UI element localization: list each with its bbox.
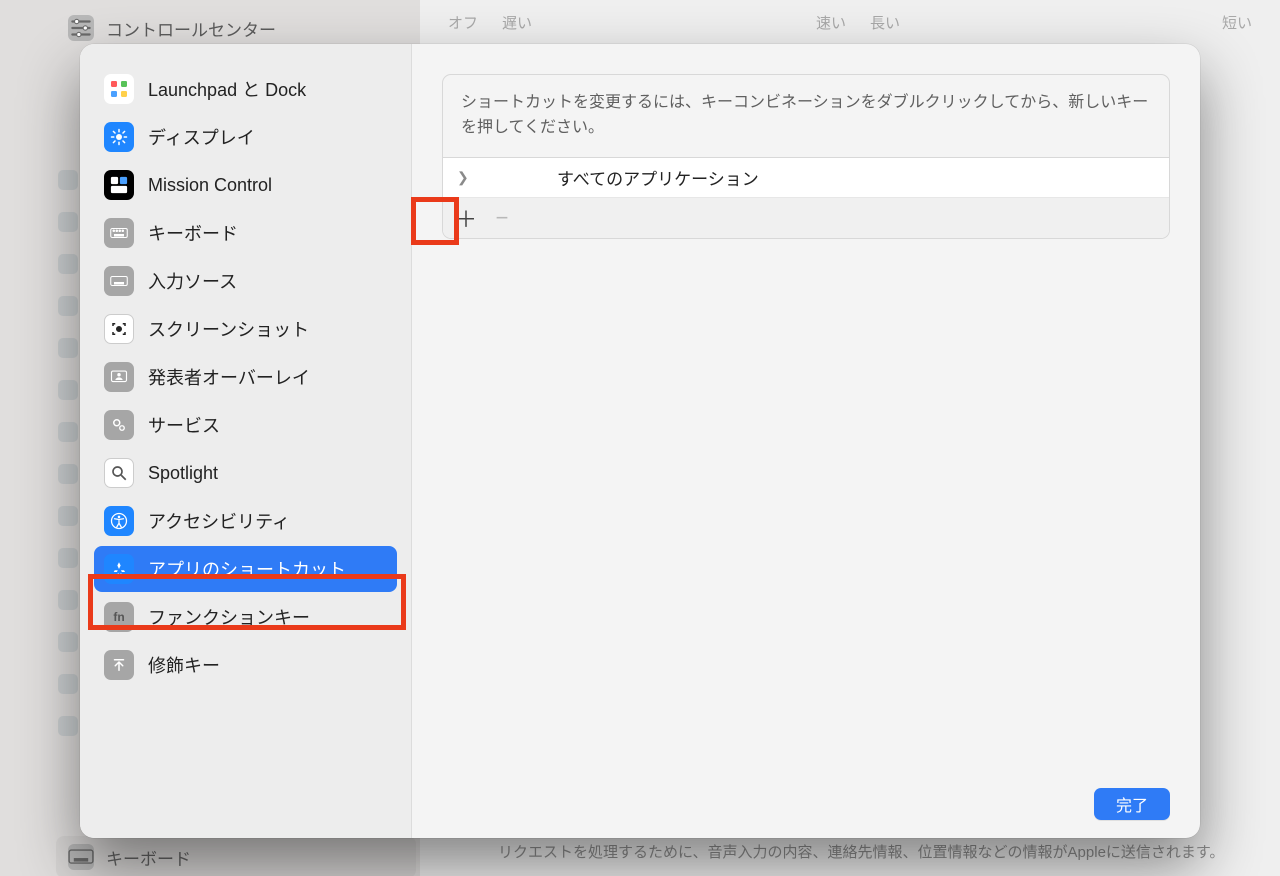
sidebar-item-keyboard[interactable]: キーボード [94, 210, 397, 256]
sliders-icon [68, 15, 94, 41]
keyboard-shortcuts-sheet: Launchpad と Dock ディスプレイ Mission Control … [80, 44, 1200, 838]
add-button[interactable]: ＋ [451, 204, 481, 232]
sidebar-item-label: Launchpad と Dock [148, 76, 306, 102]
sheet-footer: 完了 [442, 770, 1170, 820]
label-short: 短い [1222, 12, 1252, 33]
bg-footer-text: リクエストを処理するために、音声入力の内容、連絡先情報、位置情報などの情報がAp… [498, 842, 1240, 863]
sidebar-item-label: サービス [148, 412, 220, 438]
sidebar-item-label: ディスプレイ [148, 124, 255, 150]
sidebar-item-spotlight[interactable]: Spotlight [94, 450, 397, 496]
accessibility-icon [104, 506, 134, 536]
label-slow: 遅い [502, 12, 532, 33]
app-store-icon [104, 554, 134, 584]
sidebar-item-label: Mission Control [148, 175, 272, 196]
sidebar-item-modifier-keys[interactable]: 修飾キー [94, 642, 397, 688]
input-source-icon [104, 266, 134, 296]
plus-icon: ＋ [455, 202, 477, 234]
sidebar-item-services[interactable]: サービス [94, 402, 397, 448]
gear-icon [104, 410, 134, 440]
sheet-main: ショートカットを変更するには、キーコンビネーションをダブルクリックしてから、新し… [412, 44, 1200, 838]
screenshot-icon [104, 314, 134, 344]
bg-item-label: コントロールセンター [106, 16, 276, 41]
search-icon [104, 458, 134, 488]
label-off: オフ [448, 12, 478, 33]
sidebar-item-label: キーボード [148, 220, 238, 246]
chevron-right-icon: ❯ [457, 169, 471, 186]
sidebar-item-accessibility[interactable]: アクセシビリティ [94, 498, 397, 544]
bg-item-label: キーボード [106, 845, 191, 870]
sidebar-item-function-keys[interactable]: fn ファンクションキー [94, 594, 397, 640]
sidebar-item-label: スクリーンショット [148, 316, 309, 342]
list-toolbar: ＋ − [443, 198, 1169, 238]
sidebar-item-label: アプリのショートカット [148, 556, 346, 582]
sidebar-item-label: ファンクションキー [148, 604, 310, 630]
label-fast: 速い [816, 12, 846, 33]
sidebar-item-label: アクセシビリティ [148, 508, 290, 534]
bg-slider-labels: オフ 遅い 速い 長い 短い [420, 0, 1280, 44]
modifier-key-icon [104, 650, 134, 680]
sidebar-item-label: 発表者オーバーレイ [148, 364, 310, 390]
bg-blurred-icons [58, 170, 78, 810]
sidebar-item-input-source[interactable]: 入力ソース [94, 258, 397, 304]
instruction-text: ショートカットを変更するには、キーコンビネーションをダブルクリックしてから、新し… [442, 74, 1170, 158]
minus-icon: − [496, 205, 509, 231]
launchpad-icon [104, 74, 134, 104]
done-button[interactable]: 完了 [1094, 788, 1170, 820]
keyboard-icon [104, 218, 134, 248]
sidebar-item-screenshot[interactable]: スクリーンショット [94, 306, 397, 352]
sidebar-item-label: 修飾キー [148, 652, 220, 678]
fn-key-icon: fn [104, 602, 134, 632]
list-row-label: すべてのアプリケーション [557, 165, 759, 190]
mission-control-icon [104, 170, 134, 200]
shortcuts-list: ❯ すべてのアプリケーション ＋ − [442, 158, 1170, 239]
sidebar-item-label: Spotlight [148, 463, 218, 484]
presenter-icon [104, 362, 134, 392]
sidebar-item-label: 入力ソース [148, 268, 237, 294]
remove-button[interactable]: − [487, 204, 517, 232]
bg-sidebar-item-keyboard: キーボード [56, 836, 416, 876]
list-row-all-applications[interactable]: ❯ すべてのアプリケーション [443, 158, 1169, 198]
sidebar-item-app-shortcuts[interactable]: アプリのショートカット [94, 546, 397, 592]
keyboard-icon [68, 844, 94, 870]
sheet-sidebar: Launchpad と Dock ディスプレイ Mission Control … [80, 44, 412, 838]
sidebar-item-display[interactable]: ディスプレイ [94, 114, 397, 160]
sidebar-item-mission-control[interactable]: Mission Control [94, 162, 397, 208]
label-long: 長い [870, 12, 900, 33]
sidebar-item-presenter-overlay[interactable]: 発表者オーバーレイ [94, 354, 397, 400]
brightness-icon [104, 122, 134, 152]
sidebar-item-launchpad[interactable]: Launchpad と Dock [94, 66, 397, 112]
